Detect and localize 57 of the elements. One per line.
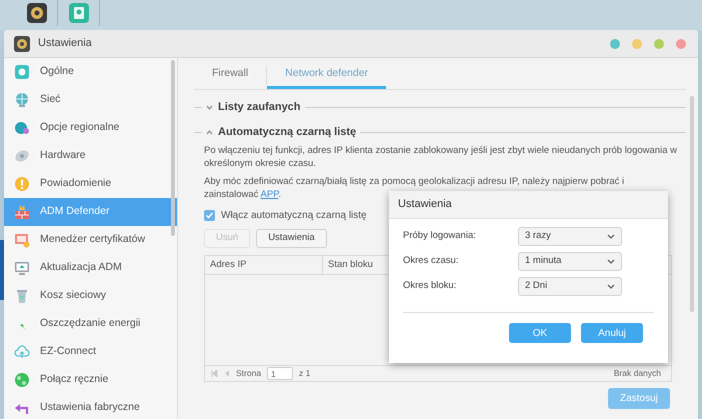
cloud-icon	[14, 344, 30, 360]
dropdown[interactable]: 2 Dni	[518, 277, 622, 296]
dialog-title: Ustawienia	[389, 191, 668, 219]
sidebar-item[interactable]: Opcje regionalne	[4, 114, 177, 142]
globe-icon	[14, 372, 30, 388]
checkbox-label: Włącz automatyczną czarną listę	[221, 209, 367, 223]
trash-icon	[14, 288, 30, 304]
sidebar-item[interactable]: Powiadomienie	[4, 170, 177, 198]
sidebar-item[interactable]: Kosz sieciowy	[4, 282, 177, 310]
document-icon[interactable]	[68, 3, 88, 23]
close-icon[interactable]	[676, 38, 686, 48]
section-header[interactable]: Listy zaufanych	[206, 98, 301, 116]
page-label: Strona	[236, 367, 262, 380]
window-control-icon[interactable]	[632, 38, 642, 48]
section-header[interactable]: Automatyczną czarną listę	[206, 124, 356, 140]
sidebar-item[interactable]: Ogólne	[4, 58, 177, 86]
chevron-up-icon	[206, 130, 213, 134]
checkbox[interactable]	[204, 210, 215, 221]
chevron-down-icon	[607, 259, 615, 264]
sidebar-item[interactable]: Ustawienia fabryczne	[4, 394, 177, 419]
field-label: Okres bloku:	[403, 279, 458, 294]
warning-icon	[14, 176, 30, 192]
chevron-down-icon	[206, 104, 213, 110]
scrollbar[interactable]	[171, 60, 175, 236]
chevron-down-icon	[607, 284, 615, 289]
dropdown[interactable]: 1 minuta	[518, 252, 622, 271]
disk-icon	[14, 148, 30, 164]
toolbar-button[interactable]: Ustawienia	[256, 229, 327, 248]
window-title: Ustawienia	[38, 36, 92, 52]
field-label: Próby logowania:	[403, 229, 477, 244]
field-label: Okres czasu:	[403, 254, 460, 268]
scrollbar[interactable]	[690, 96, 694, 312]
page-field[interactable]: 1	[267, 367, 294, 380]
page-count: z 1	[299, 367, 310, 380]
column-header[interactable]: Adres IP	[205, 256, 323, 274]
globe-icon	[14, 92, 30, 108]
monitor-icon	[14, 260, 30, 276]
status-text: Brak danych	[614, 367, 662, 380]
sidebar-item[interactable]: Oszczędzanie energii	[4, 310, 177, 338]
previous-page-icon[interactable]	[224, 370, 230, 377]
sidebar-item[interactable]: Połącz ręcznie	[4, 366, 177, 394]
window-control-icon[interactable]	[654, 38, 664, 48]
dropdown[interactable]: 3 razy	[518, 227, 622, 246]
globe-pin-icon	[14, 120, 30, 136]
tile-icon	[14, 64, 30, 80]
certificate-icon	[14, 232, 30, 248]
window-control-icon[interactable]	[610, 38, 620, 48]
chevron-down-icon	[607, 234, 615, 239]
tab[interactable]: Firewall	[194, 62, 266, 89]
wall-icon	[14, 204, 30, 220]
first-page-icon[interactable]	[211, 370, 218, 377]
sidebar-item[interactable]: Sieć	[4, 86, 177, 114]
sidebar-item[interactable]: EZ-Connect	[4, 338, 177, 366]
sidebar-item[interactable]: Menedżer certyfikatów	[4, 226, 177, 254]
sidebar-item[interactable]: Hardware	[4, 142, 177, 170]
sidebar-item[interactable]: Aktualizacja ADM	[4, 254, 177, 282]
description-text: Po włączeniu tej funkcji, adres IP klienta zostanie zablokowany jeśli jest zbyt wiele nieudanych prób logowania w określonym okresie czasu.	[204, 144, 678, 170]
